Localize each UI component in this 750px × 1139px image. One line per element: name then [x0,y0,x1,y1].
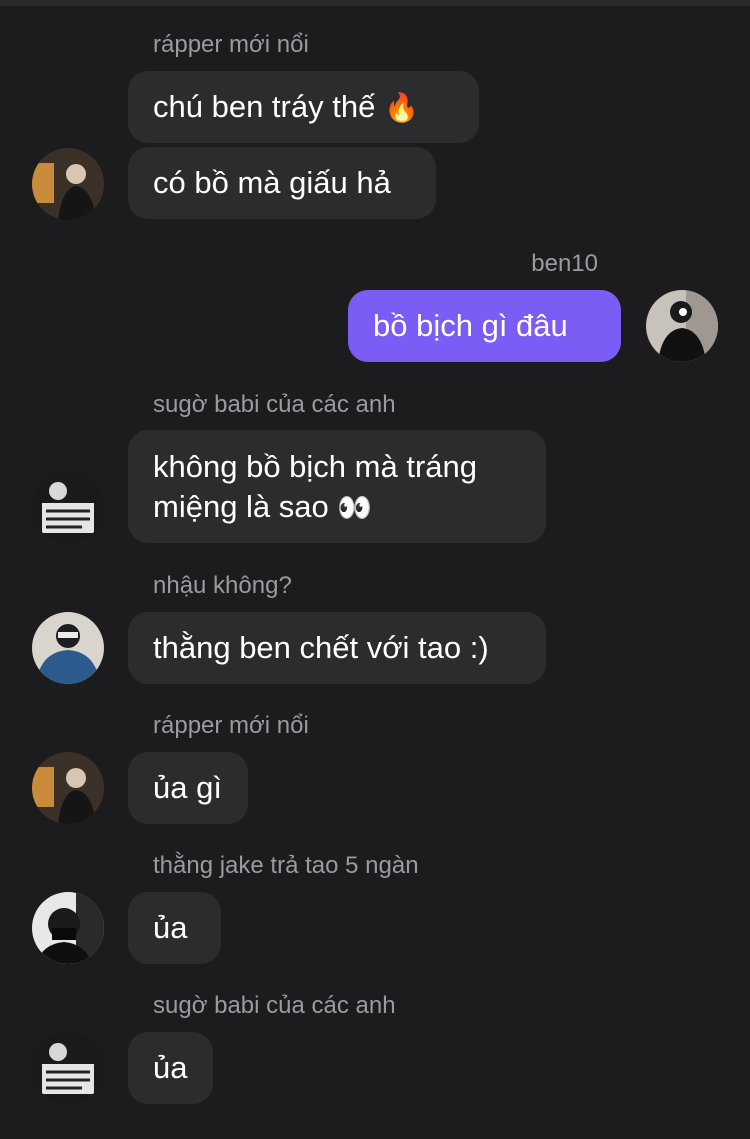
user-avatar-icon[interactable] [646,290,718,362]
sender-name: nhậu không? [153,572,292,599]
message-text: chú ben tráy thế [153,89,376,124]
user-avatar-icon[interactable] [32,612,104,684]
user-avatar-icon[interactable] [32,1032,104,1104]
message-bubble[interactable]: chú ben tráy thế 🔥 [128,71,479,143]
message-bubble[interactable]: thằng ben chết với tao :) [128,612,546,684]
sender-name: rápper mới nổi [153,712,309,739]
user-avatar-icon[interactable] [32,471,104,543]
user-avatar-icon[interactable] [32,148,104,220]
message-bubble[interactable]: ủa [128,1032,213,1104]
sender-name: sugờ babi của các anh [153,391,396,418]
sender-name: ben10 [531,250,598,277]
message-bubble[interactable]: ủa gì [128,752,248,824]
user-avatar-icon[interactable] [32,752,104,824]
sender-name: rápper mới nổi [153,31,309,58]
eyes-emoji-icon: 👀 [337,491,373,524]
message-bubble[interactable]: không bồ bịch mà tráng miệng là sao 👀 [128,430,546,543]
message-bubble[interactable]: ủa [128,892,221,964]
user-avatar-icon[interactable] [32,892,104,964]
sender-name: thằng jake trả tao 5 ngàn [153,852,419,879]
message-bubble-outgoing[interactable]: bồ bịch gì đâu [348,290,621,362]
message-bubble[interactable]: có bồ mà giấu hả [128,147,436,219]
message-text: miệng là sao [153,489,329,524]
top-bar [0,0,750,6]
sender-name: sugờ babi của các anh [153,992,396,1019]
fire-emoji-icon: 🔥 [383,91,419,124]
message-text: không bồ bịch mà tráng [153,449,477,484]
